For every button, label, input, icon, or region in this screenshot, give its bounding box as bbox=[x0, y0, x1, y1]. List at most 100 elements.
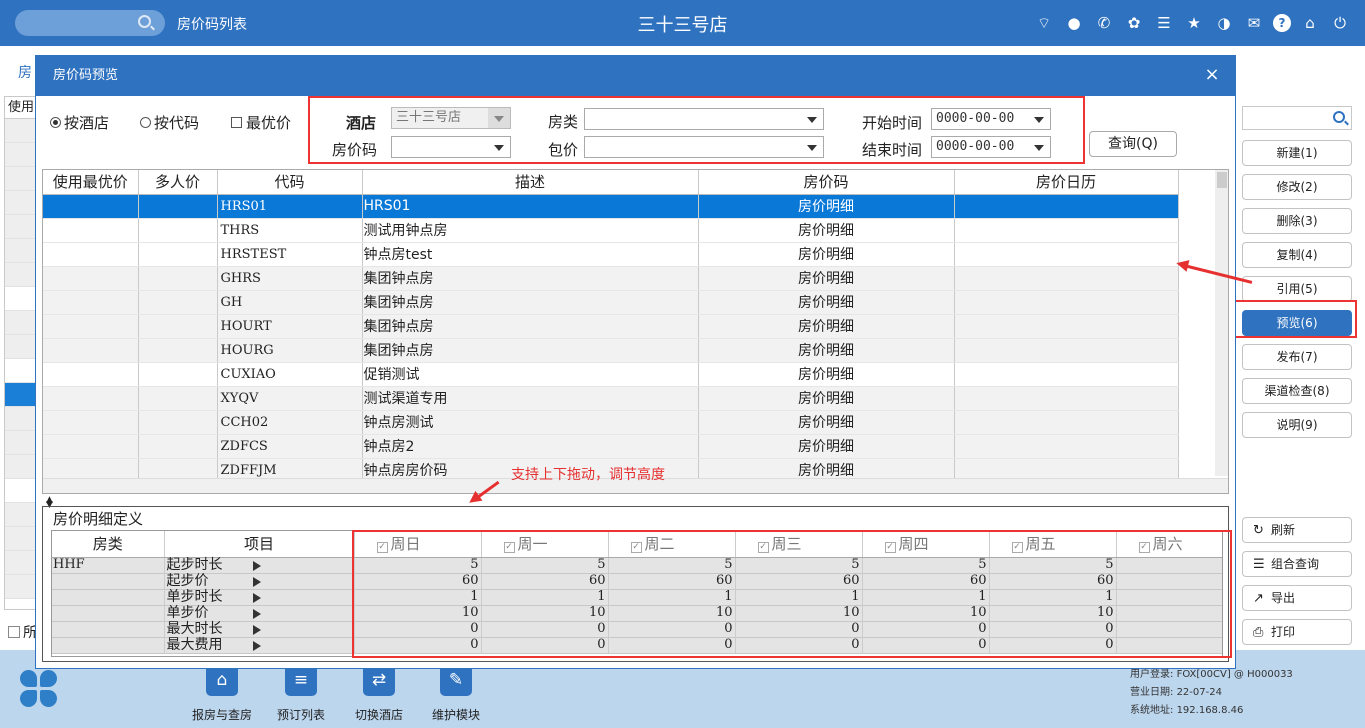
multi-person-cell[interactable] bbox=[138, 338, 218, 363]
table-row[interactable]: GHRS 集团钟点房 房价明细 bbox=[43, 266, 1179, 291]
rate-detail-cell[interactable]: 房价明细 bbox=[698, 194, 955, 219]
room-type-cell[interactable] bbox=[52, 589, 165, 606]
code-cell[interactable]: ZDFCS bbox=[217, 434, 363, 459]
refresh-button[interactable]: ↻ 刷新 bbox=[1242, 517, 1352, 543]
background-row[interactable] bbox=[5, 263, 35, 287]
description-cell[interactable]: 集团钟点房 bbox=[362, 338, 699, 363]
background-row[interactable] bbox=[5, 311, 35, 335]
multi-person-cell[interactable] bbox=[138, 386, 218, 411]
scrollbar-thumb[interactable] bbox=[1217, 172, 1227, 188]
wifi-icon[interactable]: ⌔ bbox=[1033, 12, 1055, 34]
description-cell[interactable]: 钟点房test bbox=[362, 242, 699, 267]
background-row[interactable] bbox=[5, 551, 35, 575]
rate-calendar-cell[interactable] bbox=[954, 434, 1179, 459]
description-cell[interactable]: 钟点房测试 bbox=[362, 410, 699, 435]
print-button[interactable]: ⎙ 打印 bbox=[1242, 619, 1352, 645]
end-time-picker[interactable]: 0000-00-00 bbox=[931, 136, 1051, 158]
table-row[interactable]: GH 集团钟点房 房价明细 bbox=[43, 290, 1179, 315]
code-cell[interactable]: HRS01 bbox=[217, 194, 363, 219]
background-row[interactable] bbox=[5, 215, 35, 239]
multi-person-cell[interactable] bbox=[138, 314, 218, 339]
column-header[interactable]: 多人价 bbox=[138, 170, 218, 195]
palette-icon[interactable]: ✿ bbox=[1123, 12, 1145, 34]
rate-calendar-cell[interactable] bbox=[954, 194, 1179, 219]
background-row[interactable] bbox=[5, 407, 35, 431]
best-price-cell[interactable] bbox=[43, 434, 139, 459]
chevron-down-icon[interactable] bbox=[807, 117, 817, 123]
export-button[interactable]: ↗ 导出 bbox=[1242, 585, 1352, 611]
vertical-scrollbar[interactable] bbox=[1215, 170, 1228, 476]
reference-button[interactable]: 引用(5) bbox=[1242, 276, 1352, 302]
table-row[interactable]: THRS 测试用钟点房 房价明细 bbox=[43, 218, 1179, 243]
help-icon[interactable]: ? bbox=[1273, 14, 1291, 32]
background-row[interactable] bbox=[5, 359, 35, 383]
rate-detail-cell[interactable]: 房价明细 bbox=[698, 218, 955, 243]
table-row[interactable]: HRSTEST 钟点房test 房价明细 bbox=[43, 242, 1179, 267]
rate-detail-cell[interactable]: 房价明细 bbox=[698, 362, 955, 387]
best-price-cell[interactable] bbox=[43, 386, 139, 411]
background-row[interactable] bbox=[5, 527, 35, 551]
item-cell[interactable]: 最大时长 bbox=[164, 621, 355, 638]
rate-calendar-cell[interactable] bbox=[954, 362, 1179, 387]
help-button[interactable]: 说明(9) bbox=[1242, 412, 1352, 438]
new-button[interactable]: 新建(1) bbox=[1242, 140, 1352, 166]
description-cell[interactable]: 集团钟点房 bbox=[362, 290, 699, 315]
rate-code-select[interactable] bbox=[391, 136, 511, 158]
background-row[interactable] bbox=[5, 479, 35, 503]
radio-by-code[interactable]: 按代码 bbox=[140, 112, 199, 133]
theme-icon[interactable]: ◑ bbox=[1213, 12, 1235, 34]
table-row[interactable]: ZDFCS 钟点房2 房价明细 bbox=[43, 434, 1179, 459]
rate-calendar-cell[interactable] bbox=[954, 314, 1179, 339]
nav-room-status[interactable]: ⌂ 报房与查房 bbox=[187, 664, 257, 723]
background-row[interactable] bbox=[5, 119, 35, 143]
channel-check-button[interactable]: 渠道检查(8) bbox=[1242, 378, 1352, 404]
code-cell[interactable]: HOURG bbox=[217, 338, 363, 363]
package-select[interactable] bbox=[584, 136, 824, 158]
rate-calendar-cell[interactable] bbox=[954, 290, 1179, 315]
rate-calendar-cell[interactable] bbox=[954, 218, 1179, 243]
expand-arrow-icon[interactable] bbox=[252, 640, 261, 651]
start-time-picker[interactable]: 0000-00-00 bbox=[931, 108, 1051, 130]
room-type-cell[interactable]: HHF bbox=[52, 557, 165, 574]
chat-icon[interactable]: ● bbox=[1063, 12, 1085, 34]
multi-person-cell[interactable] bbox=[138, 290, 218, 315]
code-cell[interactable]: CCH02 bbox=[217, 410, 363, 435]
rate-detail-cell[interactable]: 房价明细 bbox=[698, 338, 955, 363]
background-tab[interactable]: 房 bbox=[18, 62, 32, 82]
multi-person-cell[interactable] bbox=[138, 410, 218, 435]
code-cell[interactable]: HRSTEST bbox=[217, 242, 363, 267]
room-type-cell[interactable] bbox=[52, 573, 165, 590]
rate-detail-cell[interactable]: 房价明细 bbox=[698, 410, 955, 435]
expand-arrow-icon[interactable] bbox=[252, 624, 261, 635]
multi-person-cell[interactable] bbox=[138, 242, 218, 267]
code-cell[interactable]: HOURT bbox=[217, 314, 363, 339]
phone-icon[interactable]: ✆ bbox=[1093, 12, 1115, 34]
publish-button[interactable]: 发布(7) bbox=[1242, 344, 1352, 370]
search-icon[interactable] bbox=[1333, 111, 1345, 123]
background-row[interactable] bbox=[5, 503, 35, 527]
description-cell[interactable]: 集团钟点房 bbox=[362, 314, 699, 339]
description-cell[interactable]: HRS01 bbox=[362, 194, 699, 219]
room-type-cell[interactable] bbox=[52, 621, 165, 638]
background-row[interactable] bbox=[5, 191, 35, 215]
copy-button[interactable]: 复制(4) bbox=[1242, 242, 1352, 268]
best-price-cell[interactable] bbox=[43, 194, 139, 219]
code-cell[interactable]: XYQV bbox=[217, 386, 363, 411]
description-cell[interactable]: 测试用钟点房 bbox=[362, 218, 699, 243]
rate-detail-cell[interactable]: 房价明细 bbox=[698, 434, 955, 459]
code-cell[interactable]: THRS bbox=[217, 218, 363, 243]
description-cell[interactable]: 促销测试 bbox=[362, 362, 699, 387]
nav-maintenance[interactable]: ✎ 维护模块 bbox=[421, 664, 491, 723]
multi-person-cell[interactable] bbox=[138, 266, 218, 291]
code-cell[interactable]: GHRS bbox=[217, 266, 363, 291]
rate-detail-cell[interactable]: 房价明细 bbox=[698, 242, 955, 267]
best-price-cell[interactable] bbox=[43, 338, 139, 363]
best-price-cell[interactable] bbox=[43, 266, 139, 291]
column-header[interactable]: 使用最优价 bbox=[43, 170, 139, 195]
room-type-cell[interactable] bbox=[52, 637, 165, 654]
power-icon[interactable]: ⏻ bbox=[1329, 12, 1351, 34]
item-cell[interactable]: 单步时长 bbox=[164, 589, 355, 606]
best-price-cell[interactable] bbox=[43, 410, 139, 435]
star-icon[interactable]: ★ bbox=[1183, 12, 1205, 34]
checkbox-box[interactable] bbox=[8, 626, 20, 638]
